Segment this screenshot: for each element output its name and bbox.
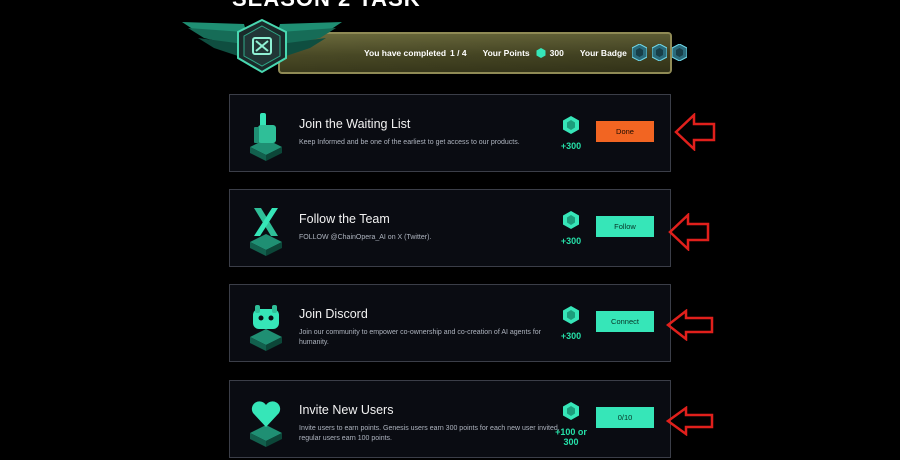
season-emblem-icon — [182, 18, 342, 74]
badge-2-icon — [651, 44, 667, 61]
thumbs-up-icon — [250, 113, 282, 161]
task-card-join-discord: Join Discord Join our community to empow… — [229, 284, 671, 362]
completed-label: You have completed — [364, 47, 447, 58]
task-title: Follow the Team — [299, 212, 390, 226]
done-button[interactable]: Done — [596, 121, 654, 142]
points-label: Your Points — [482, 47, 530, 58]
task-title: Join the Waiting List — [299, 117, 411, 131]
reward-points: +300 — [560, 331, 582, 341]
badge-3-icon — [671, 44, 687, 61]
annotation-arrow-icon — [674, 113, 716, 151]
annotation-arrow-icon — [666, 309, 714, 341]
task-card-invite-users: Invite New Users Invite users to earn po… — [229, 380, 671, 458]
invite-progress-button[interactable]: 0/10 — [596, 407, 654, 428]
completed-value: 1 / 4 — [450, 47, 467, 58]
reward-coin-icon — [563, 116, 579, 134]
badge-1-icon — [631, 44, 647, 61]
points-value: 300 — [549, 47, 564, 58]
reward-coin-icon — [563, 211, 579, 229]
annotation-arrow-icon — [668, 213, 710, 251]
progress-stats: You have completed 1 / 4 Your Points 300… — [364, 44, 687, 61]
reward-coin-icon — [563, 306, 579, 324]
task-description: FOLLOW @ChainOpera_AI on X (Twitter). — [299, 234, 432, 241]
task-title: Join Discord — [299, 307, 368, 321]
task-description: Join our community to empower co-ownersh… — [299, 329, 542, 346]
task-card-waiting-list: Join the Waiting List Keep Informed and … — [229, 94, 671, 172]
task-description: Invite users to earn points. Genesis use… — [299, 425, 560, 442]
reward-coin-icon — [563, 402, 579, 420]
task-card-follow-team: Follow the Team FOLLOW @ChainOpera_AI on… — [229, 189, 671, 267]
reward-points: +300 — [560, 236, 582, 246]
x-logo-icon — [250, 208, 282, 256]
follow-button[interactable]: Follow — [596, 216, 654, 237]
task-description: Keep Informed and be one of the earliest… — [299, 139, 520, 146]
task-title: Invite New Users — [299, 403, 394, 417]
annotation-arrow-icon — [666, 406, 714, 436]
badge-label: Your Badge — [579, 47, 627, 58]
season-title: SEASON 2 TASK — [232, 0, 421, 12]
reward-points: +100 or 300 — [555, 427, 587, 447]
points-coin-icon — [536, 47, 546, 58]
discord-icon — [250, 305, 282, 351]
connect-button[interactable]: Connect — [596, 311, 654, 332]
heart-icon — [250, 401, 282, 447]
reward-points: +300 — [560, 141, 582, 151]
